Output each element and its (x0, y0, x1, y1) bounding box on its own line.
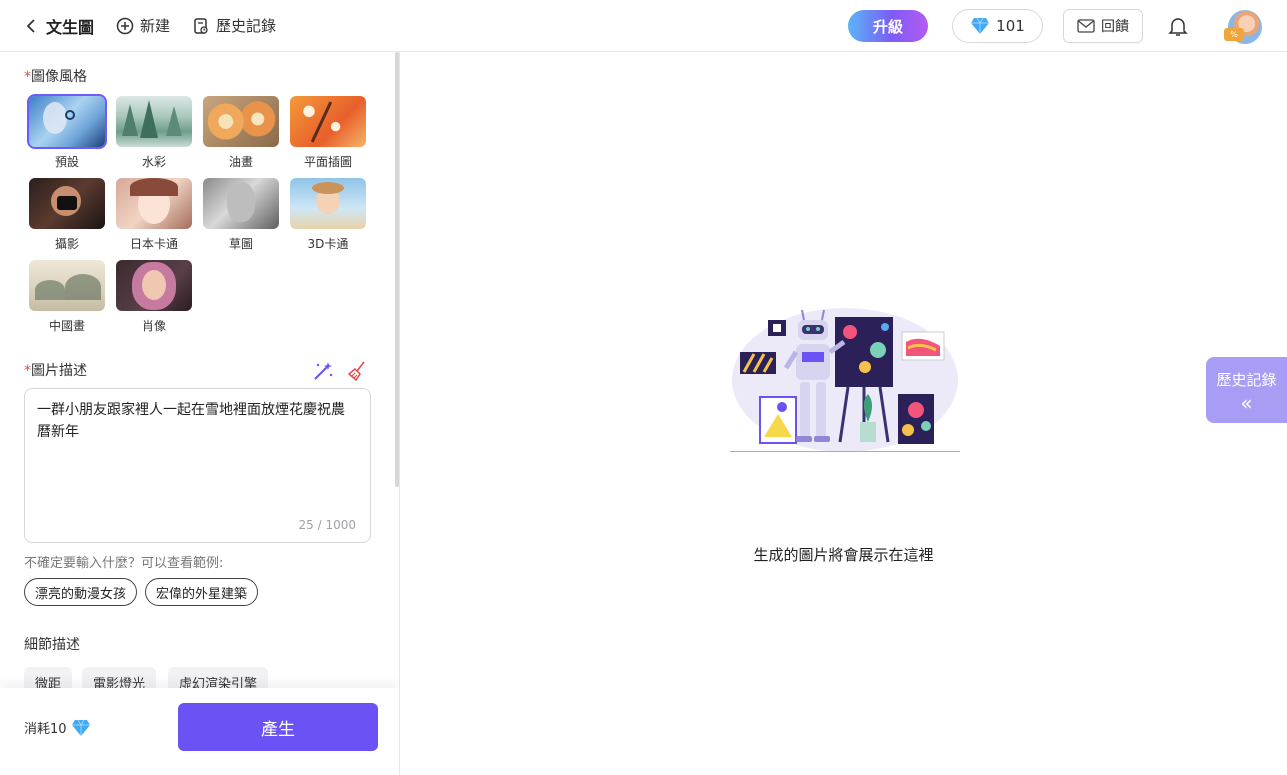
history-label: 歷史記錄 (216, 17, 277, 35)
style-thumb-oil-painting (203, 96, 279, 147)
cost-label: 消耗10 (24, 722, 67, 737)
bell-icon (1168, 18, 1188, 36)
diamond-icon (971, 17, 990, 34)
gem-count: 101 (996, 17, 1025, 35)
history-doc-icon (194, 17, 208, 34)
style-option-sketch[interactable]: 草圖 (203, 178, 279, 252)
style-thumb-photography (29, 178, 105, 229)
back-button[interactable]: 文生圖 (26, 14, 94, 38)
new-label: 新建 (140, 17, 171, 35)
style-thumb-sketch (203, 178, 279, 229)
char-counter: 25 / 1000 (298, 518, 356, 532)
magic-wand-button[interactable] (312, 360, 334, 386)
style-option-anime[interactable]: 日本卡通 (116, 178, 192, 252)
style-thumb-anime (116, 178, 192, 229)
page-title: 文生圖 (46, 17, 95, 37)
magic-wand-icon (314, 362, 333, 380)
chevron-left-icon (26, 18, 35, 33)
style-thumb-3d-cartoon (290, 178, 366, 229)
result-area: 生成的圖片將會展示在這裡 (400, 52, 1287, 775)
feedback-label: 回饋 (1101, 19, 1129, 35)
history-tab-label: 歷史記錄 (1216, 370, 1277, 389)
empty-state-text: 生成的圖片將會展示在這裡 (753, 546, 934, 564)
feedback-button[interactable]: 回饋 (1063, 9, 1143, 43)
description-text: 一群小朋友跟家裡人一起在雪地裡面放煙花慶祝農曆新年 (37, 402, 345, 440)
style-thumb-default (27, 94, 107, 149)
style-option-watercolor[interactable]: 水彩 (116, 96, 192, 170)
broom-icon (347, 361, 365, 382)
clear-button[interactable] (346, 360, 368, 386)
style-thumb-chinese-painting (29, 260, 105, 311)
sidebar-footer: 消耗10 產生 (0, 688, 399, 775)
avatar-badge: % (1224, 28, 1244, 41)
style-thumb-flat-illustration (290, 96, 366, 147)
style-option-3d-cartoon[interactable]: 3D卡通 (290, 178, 366, 252)
history-button[interactable]: 歷史記錄 (192, 15, 276, 36)
detail-section-title: 細節描述 (24, 637, 80, 653)
gem-balance-button[interactable]: 101 (952, 9, 1043, 43)
style-option-default[interactable]: 預設 (27, 94, 107, 170)
empty-state-illustration (730, 302, 960, 456)
cost-indicator: 消耗10 (24, 718, 91, 737)
style-option-portrait[interactable]: 肖像 (116, 260, 192, 334)
new-button[interactable]: 新建 (116, 15, 170, 36)
diamond-icon (71, 719, 90, 736)
description-textarea[interactable]: 一群小朋友跟家裡人一起在雪地裡面放煙花慶祝農曆新年 25 / 1000 (24, 388, 371, 543)
history-side-tab[interactable]: 歷史記錄 « (1206, 357, 1287, 423)
style-option-oil-painting[interactable]: 油畫 (203, 96, 279, 170)
style-thumb-portrait (116, 260, 192, 311)
double-chevron-left-icon: « (1240, 390, 1253, 415)
upgrade-button[interactable]: 升級 (848, 10, 928, 42)
generate-button[interactable]: 產生 (178, 703, 378, 751)
top-bar: 文生圖 新建 歷史記錄 升級 101 回饋 % (0, 0, 1287, 52)
settings-sidebar: *圖像風格 預設 水彩 油畫 平面插圖 攝影 日本卡通 草圖 3D卡通 中國畫 … (0, 52, 400, 775)
description-section-title: *圖片描述 (24, 363, 87, 379)
style-section-title: *圖像風格 (24, 69, 87, 85)
robot-painter-illustration (730, 308, 960, 453)
style-option-chinese-painting[interactable]: 中國畫 (29, 260, 105, 334)
notification-button[interactable] (1168, 15, 1188, 41)
sidebar-scrollbar[interactable] (395, 52, 399, 487)
envelope-icon (1077, 19, 1095, 33)
example-hint: 不確定要輸入什麼？可以查看範例: (24, 556, 224, 571)
example-chip-anime-girl[interactable]: 漂亮的動漫女孩 (24, 578, 137, 606)
style-option-flat-illustration[interactable]: 平面插圖 (290, 96, 366, 170)
example-chip-alien-architecture[interactable]: 宏偉的外星建築 (145, 578, 258, 606)
style-thumb-watercolor (116, 96, 192, 147)
style-option-photography[interactable]: 攝影 (29, 178, 105, 252)
plus-circle-icon (116, 17, 134, 34)
